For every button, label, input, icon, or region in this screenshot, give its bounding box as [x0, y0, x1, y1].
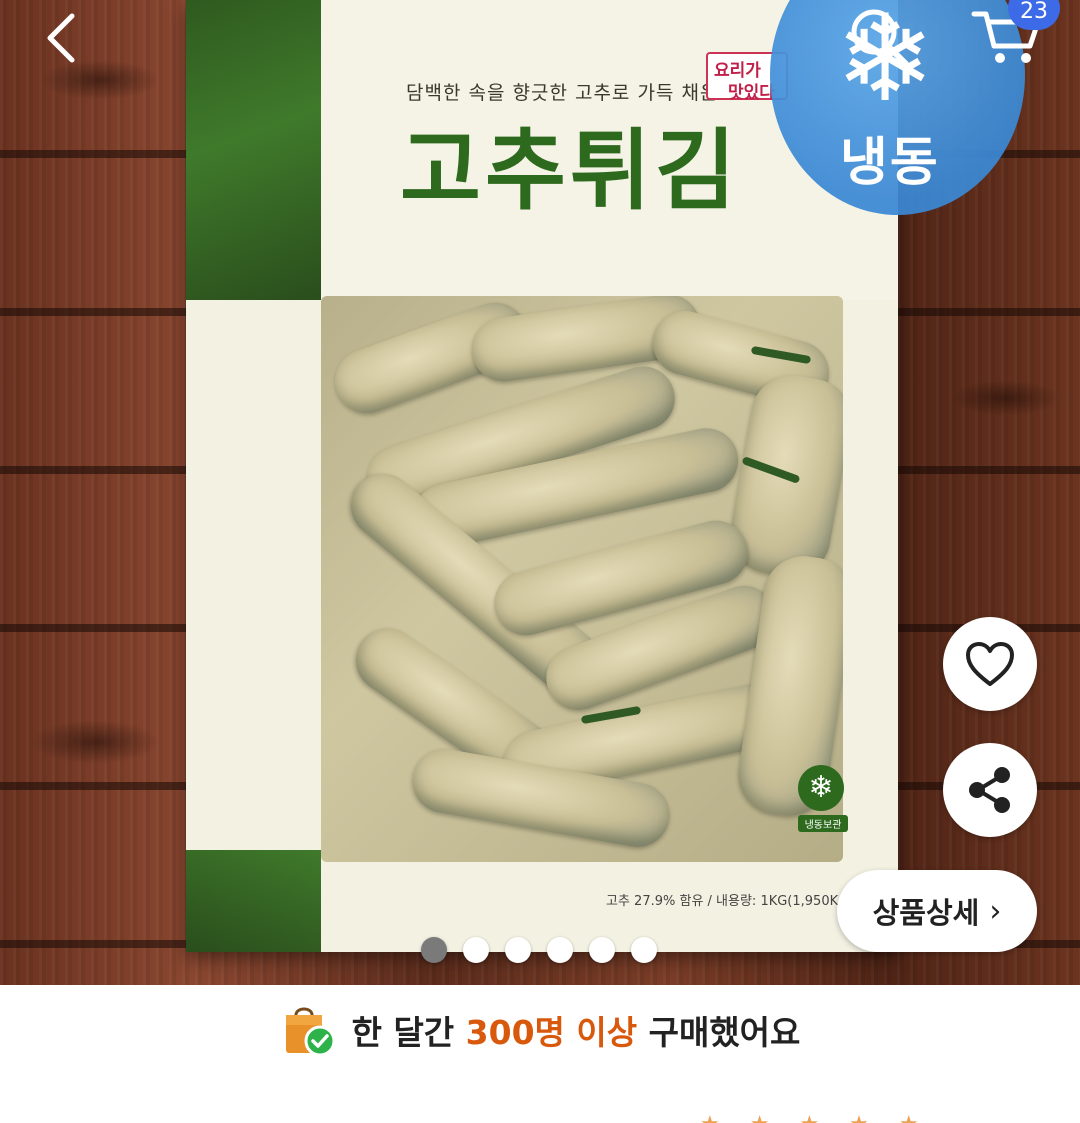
product-image[interactable]: 담백한 속을 향긋한 고추로 가득 채운 고추튀김 요리가 맛있다 ❄ 냉동보관…: [0, 0, 1080, 985]
shopping-bag-check-icon: [280, 1001, 338, 1059]
wood-knot: [30, 720, 160, 764]
search-icon: [851, 9, 909, 67]
like-button[interactable]: [943, 617, 1037, 711]
wood-knot: [950, 380, 1060, 416]
purchase-count-text: 한 달간 300명 이상 구매했어요: [352, 1006, 801, 1054]
snowflake-icon: ❄: [798, 765, 844, 811]
product-detail-label: 상품상세: [872, 896, 980, 930]
search-button[interactable]: [842, 2, 918, 72]
carousel-dot[interactable]: [589, 937, 615, 963]
badge-line-2: 맛있다: [728, 83, 775, 103]
package-green-panel: [186, 850, 321, 952]
purchase-prefix: 한 달간: [351, 1013, 466, 1052]
purchase-highlight: 300명 이상: [465, 1013, 638, 1052]
wood-knot: [40, 60, 160, 100]
rating-stars-partial: ★★★★★: [700, 1112, 949, 1123]
back-button[interactable]: [30, 8, 90, 64]
carousel-dot[interactable]: [631, 937, 657, 963]
carousel-dot[interactable]: [547, 937, 573, 963]
purchase-suffix: 구매했어요: [637, 1013, 801, 1052]
share-button[interactable]: [943, 743, 1037, 837]
purchase-count-banner: 한 달간 300명 이상 구매했어요: [0, 985, 1080, 1075]
chevron-right-icon: ›: [989, 893, 1002, 929]
product-detail-button[interactable]: 상품상세 ›: [837, 870, 1037, 952]
frozen-badge-label: 냉동: [840, 133, 940, 193]
carousel-indicator: [421, 937, 657, 963]
carousel-dot[interactable]: [463, 937, 489, 963]
package-footer-text: 고추 27.9% 함유 / 내용량: 1KG(1,950Kcal): [606, 894, 862, 909]
share-icon: [969, 767, 1010, 813]
heart-icon: [966, 642, 1014, 686]
frozen-storage-seal: ❄ 냉동보관: [798, 765, 848, 837]
package-green-panel: [186, 0, 321, 300]
carousel-dot[interactable]: [505, 937, 531, 963]
package-title: 고추튀김: [400, 119, 740, 222]
carousel-dot[interactable]: [421, 937, 447, 963]
seal-label: 냉동보관: [798, 815, 848, 832]
chevron-left-icon: [47, 13, 75, 63]
package-window: [321, 296, 843, 862]
